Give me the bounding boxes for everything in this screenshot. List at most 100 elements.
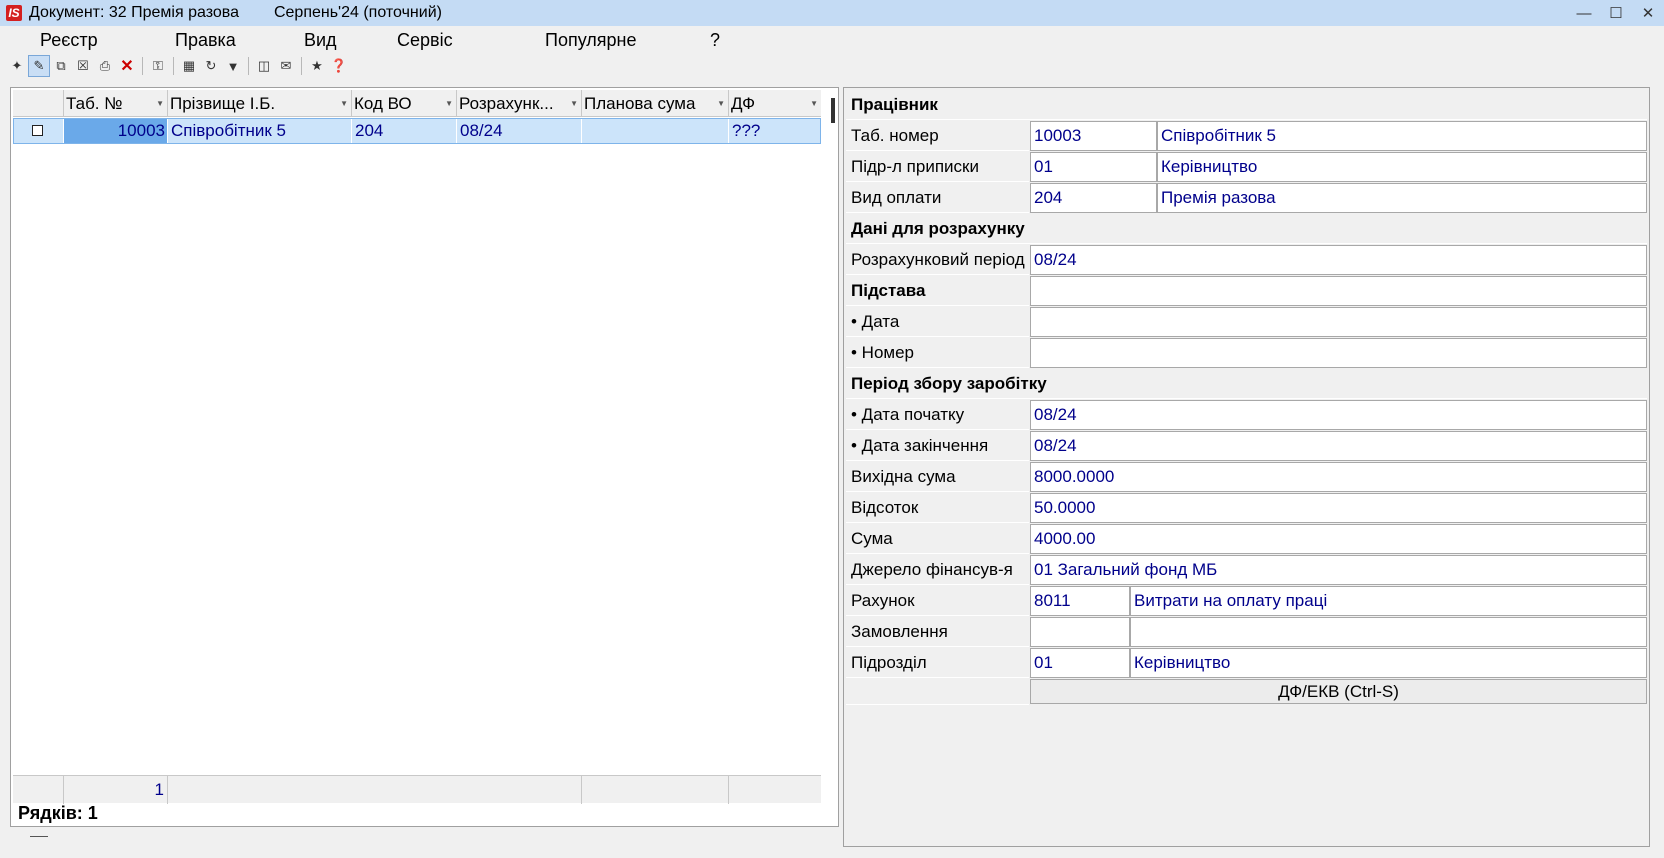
fund-field[interactable]: 01 Загальний фонд МБ (1030, 555, 1647, 585)
start-date-field[interactable]: 08/24 (1030, 400, 1647, 430)
account-name-field[interactable]: Витрати на оплату праці (1130, 586, 1647, 616)
close-icon[interactable]: ✕ (1632, 0, 1664, 26)
end-date-field[interactable]: 08/24 (1030, 431, 1647, 461)
field-label: Вихідна сума (846, 461, 1029, 492)
field-label: Розрахунковий період (846, 244, 1029, 275)
order-name-field[interactable] (1130, 617, 1647, 647)
basis-number-field[interactable] (1030, 338, 1647, 368)
field-label: Вид оплати (846, 182, 1029, 213)
footer-cell (582, 776, 729, 804)
cell-plan-sum[interactable] (582, 119, 729, 143)
header-label: Розрахунк... (459, 94, 554, 113)
dept-code-field[interactable]: 01 (1030, 152, 1157, 182)
unit-code-field[interactable]: 01 (1030, 648, 1130, 678)
app-logo-icon: IS (6, 5, 22, 21)
header-period[interactable]: Розрахунк... ▼ (457, 90, 582, 117)
header-label: Планова сума (584, 94, 696, 113)
field-label (846, 678, 1029, 705)
menu-service[interactable]: Сервіс (397, 30, 453, 51)
delete-icon[interactable]: ✕ (116, 55, 138, 77)
unit-name-field[interactable]: Керівництво (1130, 648, 1647, 678)
toolbar: ✦ ✎ ⧉ ☒ ⎙ ✕ ⚿ ▦ ↻ ▼ ◫ ✉ ★ ❓ (0, 54, 1664, 78)
star-icon[interactable]: ★ (306, 55, 328, 77)
grid-header: Таб. № ▼ Прізвище І.Б. ▼ Код ВО ▼ Розрахунк… (13, 90, 821, 117)
footer-cell (168, 776, 582, 804)
basis-date-field[interactable] (1030, 307, 1647, 337)
menu-help[interactable]: ? (710, 30, 720, 51)
header-label: Таб. № (66, 94, 123, 113)
sort-arrow-icon[interactable]: ▼ (445, 90, 453, 117)
header-tab-number[interactable]: Таб. № ▼ (64, 90, 168, 117)
grid-footer: 1 (13, 775, 821, 804)
toolbar-separator (248, 57, 249, 75)
field-label: • Номер (846, 337, 1029, 368)
df-ekv-button[interactable]: ДФ/ЕКВ (Ctrl-S) (1030, 679, 1647, 704)
footer-cell (13, 776, 64, 804)
records-grid: Таб. № ▼ Прізвище І.Б. ▼ Код ВО ▼ Розрахунк… (10, 87, 839, 827)
percent-field[interactable]: 50.0000 (1030, 493, 1647, 523)
cell-df[interactable]: ??? (729, 119, 820, 143)
table-row[interactable]: 10003 Співробітник 5 204 08/24 ??? (13, 118, 821, 144)
pay-type-name-field[interactable]: Премія разова (1157, 183, 1647, 213)
sum-field[interactable]: 4000.00 (1030, 524, 1647, 554)
row-checkbox[interactable] (32, 125, 43, 136)
vertical-scrollbar[interactable] (831, 98, 835, 123)
refresh-icon[interactable]: ↻ (200, 55, 222, 77)
sort-arrow-icon[interactable]: ▼ (810, 90, 818, 117)
calc-period-field[interactable]: 08/24 (1030, 245, 1647, 275)
sort-arrow-icon[interactable]: ▼ (570, 90, 578, 117)
base-sum-field[interactable]: 8000.0000 (1030, 462, 1647, 492)
copy-icon[interactable]: ⧉ (50, 55, 72, 77)
row-checkbox-cell[interactable] (14, 119, 64, 143)
cell-name[interactable]: Співробітник 5 (168, 119, 352, 143)
tab-number-field[interactable]: 10003 (1030, 121, 1157, 151)
menu-view[interactable]: Вид (304, 30, 337, 51)
header-code[interactable]: Код ВО ▼ (352, 90, 457, 117)
delete-doc-icon[interactable]: ☒ (72, 55, 94, 77)
pay-type-code-field[interactable]: 204 (1030, 183, 1157, 213)
header-plan-sum[interactable]: Планова сума ▼ (582, 90, 729, 117)
cell-tab-number[interactable]: 10003 (64, 119, 168, 143)
sort-arrow-icon[interactable]: ▼ (156, 90, 164, 117)
header-label: Код ВО (354, 94, 412, 113)
key-icon[interactable]: ⚿ (147, 55, 169, 77)
menu-registry[interactable]: Реєстр (40, 30, 98, 51)
header-df[interactable]: ДФ ▼ (729, 90, 821, 117)
cell-code[interactable]: 204 (352, 119, 457, 143)
field-label: Замовлення (846, 616, 1029, 647)
field-label: • Дата закінчення (846, 430, 1029, 461)
cell-period[interactable]: 08/24 (457, 119, 582, 143)
employee-name-field[interactable]: Співробітник 5 (1157, 121, 1647, 151)
header-label: Прізвище І.Б. (170, 94, 276, 113)
toolbar-separator (301, 57, 302, 75)
header-name[interactable]: Прізвище І.Б. ▼ (168, 90, 352, 117)
rows-count: Рядків: 1 (18, 803, 98, 823)
field-label: Підрозділ (846, 647, 1029, 678)
minimize-icon[interactable]: — (1568, 0, 1600, 26)
maximize-icon[interactable]: ☐ (1600, 0, 1632, 26)
account-code-field[interactable]: 8011 (1030, 586, 1130, 616)
order-code-field[interactable] (1030, 617, 1130, 647)
menu-bar: Реєстр Правка Вид Сервіс Популярне ? (0, 26, 1664, 54)
splitter-handle[interactable] (30, 836, 48, 837)
window-title: Документ: 32 Премія разова (29, 4, 239, 21)
header-label: ДФ (731, 94, 756, 113)
table-icon[interactable]: ▦ (178, 55, 200, 77)
page-icon[interactable]: ◫ (253, 55, 275, 77)
help-icon[interactable]: ❓ (328, 55, 350, 77)
edit-icon[interactable]: ✎ (28, 55, 50, 77)
new-doc-icon[interactable]: ✦ (6, 55, 28, 77)
dept-name-field[interactable]: Керівництво (1157, 152, 1647, 182)
sort-arrow-icon[interactable]: ▼ (340, 90, 348, 117)
mail-icon[interactable]: ✉ (275, 55, 297, 77)
menu-popular[interactable]: Популярне (545, 30, 637, 51)
title-bar: IS Документ: 32 Премія разова Серпень'24… (0, 0, 1664, 26)
section-title: Підстава (846, 275, 1029, 306)
filter-icon[interactable]: ▼ (222, 55, 244, 77)
basis-field[interactable] (1030, 276, 1647, 306)
sort-arrow-icon[interactable]: ▼ (717, 90, 725, 117)
menu-edit[interactable]: Правка (175, 30, 236, 51)
field-label: Відсоток (846, 492, 1029, 523)
section-title: Період збору заробітку (846, 368, 1647, 399)
print-icon[interactable]: ⎙ (94, 55, 116, 77)
